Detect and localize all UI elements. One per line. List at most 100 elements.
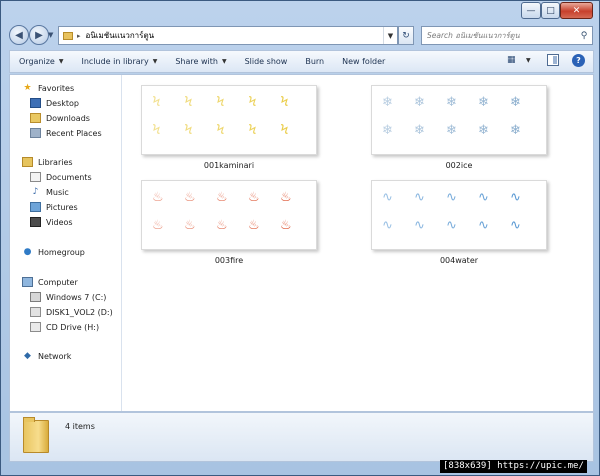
refresh-button[interactable]: ↻ xyxy=(398,26,414,45)
effect-frame-icon: ♨ xyxy=(152,190,164,205)
effect-frame-icon: ❄ xyxy=(510,123,521,138)
effect-frame-icon: ∿ xyxy=(446,190,457,205)
address-history-dropdown[interactable]: ▼ xyxy=(383,27,397,44)
effect-frame-icon: ♨ xyxy=(280,190,292,205)
effect-frame-icon: ❄ xyxy=(510,95,521,110)
view-options-dropdown[interactable]: ▼ xyxy=(526,57,531,64)
hard-drive-icon xyxy=(30,292,41,302)
folder-name: 001kaminari xyxy=(203,161,255,170)
effect-frame-icon: Ϟ xyxy=(184,123,193,138)
effect-frame-icon: ♨ xyxy=(184,218,196,233)
folder-thumbnail: ∿ ∿ ∿ ∿ ∿ ∿ ∿ ∿ ∿ ∿ xyxy=(371,180,547,250)
effect-frame-icon: ∿ xyxy=(478,190,489,205)
recent-pages-dropdown[interactable]: ▼ xyxy=(48,31,53,39)
effect-frame-icon: ∿ xyxy=(446,218,457,233)
folder-thumbnail: ♨ ♨ ♨ ♨ ♨ ♨ ♨ ♨ ♨ ♨ xyxy=(141,180,317,250)
effect-frame-icon: Ϟ xyxy=(248,95,257,110)
burn-button[interactable]: Burn xyxy=(296,51,333,72)
back-arrow-icon: ◀ xyxy=(15,29,23,41)
minimize-button[interactable]: — xyxy=(521,2,541,19)
include-in-library-menu[interactable]: Include in library ▼ xyxy=(72,51,166,72)
recent-places-icon xyxy=(30,128,41,138)
cd-drive-icon xyxy=(30,322,41,332)
nav-pictures[interactable]: Pictures xyxy=(30,200,78,214)
effect-frame-icon: Ϟ xyxy=(280,123,289,138)
folder-name: 002ice xyxy=(445,161,473,170)
search-placeholder: Search อนิเมชันแนวการ์ตูน xyxy=(427,30,520,40)
desktop-icon xyxy=(30,98,41,108)
effect-frame-icon: ❄ xyxy=(478,123,489,138)
effect-frame-icon: ❄ xyxy=(382,95,393,110)
star-icon: ★ xyxy=(23,83,32,93)
effect-frame-icon: Ϟ xyxy=(216,123,225,138)
effect-frame-icon: ∿ xyxy=(382,190,393,205)
explorer-window: — □ ✕ ◀ ▶ ▼ ▸ อนิเมชันแนวการ์ตูน ▼ ↻ Sea… xyxy=(0,0,600,476)
nav-drive-d[interactable]: DISK1_VOL2 (D:) xyxy=(30,305,113,319)
effect-frame-icon: ∿ xyxy=(478,218,489,233)
slide-show-button[interactable]: Slide show xyxy=(236,51,297,72)
effect-frame-icon: ♨ xyxy=(280,218,292,233)
nav-desktop[interactable]: Desktop xyxy=(30,96,79,110)
item-count: 4 items xyxy=(65,422,95,431)
navigation-pane: ★ Favorites Desktop Downloads Recent Plac… xyxy=(10,75,122,411)
nav-documents[interactable]: Documents xyxy=(30,170,92,184)
preview-pane-icon[interactable] xyxy=(547,54,559,66)
pictures-icon xyxy=(30,202,41,212)
back-button[interactable]: ◀ xyxy=(9,25,29,45)
nav-network[interactable]: ◆ Network xyxy=(22,349,71,363)
documents-icon xyxy=(30,172,41,182)
folder-icon xyxy=(63,31,73,40)
new-folder-button[interactable]: New folder xyxy=(333,51,394,72)
maximize-button[interactable]: □ xyxy=(541,2,560,19)
close-button[interactable]: ✕ xyxy=(560,2,593,19)
chevron-down-icon: ▼ xyxy=(221,58,227,65)
search-icon[interactable]: ⚲ xyxy=(576,31,592,41)
effect-frame-icon: Ϟ xyxy=(248,123,257,138)
breadcrumb-current-folder[interactable]: อนิเมชันแนวการ์ตูน xyxy=(86,29,383,42)
nav-drive-h[interactable]: CD Drive (H:) xyxy=(30,320,99,334)
effect-frame-icon: Ϟ xyxy=(184,95,193,110)
nav-homegroup[interactable]: ● Homegroup xyxy=(22,245,85,259)
folder-thumbnail: ❄ ❄ ❄ ❄ ❄ ❄ ❄ ❄ ❄ ❄ xyxy=(371,85,547,155)
nav-recent-places[interactable]: Recent Places xyxy=(30,126,102,140)
effect-frame-icon: ∿ xyxy=(414,190,425,205)
search-input[interactable]: Search อนิเมชันแนวการ์ตูน ⚲ xyxy=(421,26,593,45)
nav-libraries[interactable]: Libraries xyxy=(22,155,73,169)
chevron-down-icon: ▼ xyxy=(58,58,64,65)
change-view-icon[interactable]: ▦ xyxy=(507,55,516,65)
nav-music[interactable]: ♪ Music xyxy=(30,185,69,199)
refresh-icon: ↻ xyxy=(402,30,410,41)
main-area: ★ Favorites Desktop Downloads Recent Plac… xyxy=(9,74,594,412)
nav-downloads[interactable]: Downloads xyxy=(30,111,90,125)
nav-drive-c[interactable]: Windows 7 (C:) xyxy=(30,290,106,304)
effect-frame-icon: ❄ xyxy=(446,123,457,138)
effect-frame-icon: ∿ xyxy=(382,218,393,233)
effect-frame-icon: ♨ xyxy=(152,218,164,233)
minimize-icon: — xyxy=(526,5,536,16)
music-icon: ♪ xyxy=(32,187,39,197)
effect-frame-icon: ❄ xyxy=(382,123,393,138)
breadcrumb-separator-icon[interactable]: ▸ xyxy=(77,32,81,40)
nav-videos[interactable]: Videos xyxy=(30,215,73,229)
homegroup-icon: ● xyxy=(23,247,32,257)
effect-frame-icon: ♨ xyxy=(216,218,228,233)
effect-frame-icon: ♨ xyxy=(248,190,260,205)
help-icon[interactable]: ? xyxy=(572,54,585,67)
effect-frame-icon: Ϟ xyxy=(216,95,225,110)
nav-favorites[interactable]: ★ Favorites xyxy=(22,81,74,95)
watermark-text: [838x639] https://upic.me/ xyxy=(440,460,587,473)
folder-name: 003fire xyxy=(214,256,244,265)
forward-button[interactable]: ▶ xyxy=(29,25,49,45)
organize-menu[interactable]: Organize ▼ xyxy=(10,51,72,72)
folder-icon xyxy=(23,417,49,453)
computer-icon xyxy=(22,277,33,287)
effect-frame-icon: ∿ xyxy=(510,190,521,205)
nav-computer[interactable]: Computer xyxy=(22,275,78,289)
effect-frame-icon: ❄ xyxy=(414,95,425,110)
address-bar[interactable]: ▸ อนิเมชันแนวการ์ตูน ▼ xyxy=(58,26,398,45)
folder-name: 004water xyxy=(439,256,479,265)
close-icon: ✕ xyxy=(572,5,581,16)
folder-thumbnail: ϞϞϞϞϞϞϞϞϞϞ xyxy=(141,85,317,155)
network-icon: ◆ xyxy=(24,351,31,361)
share-with-menu[interactable]: Share with ▼ xyxy=(166,51,235,72)
